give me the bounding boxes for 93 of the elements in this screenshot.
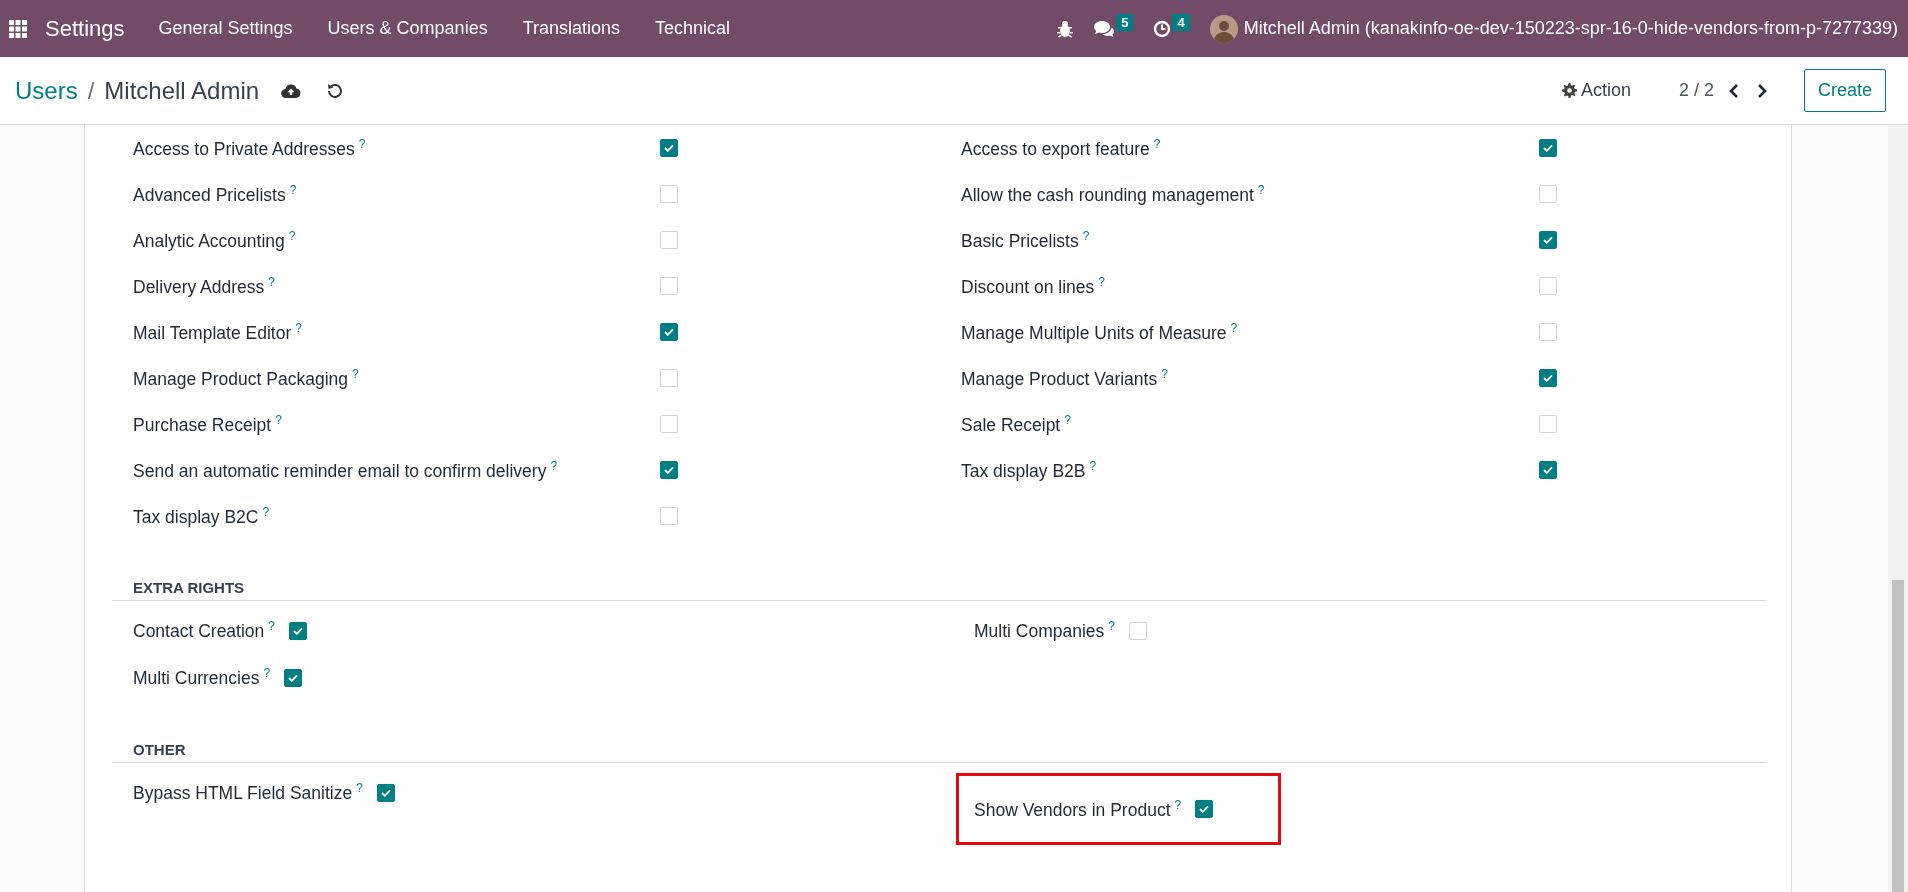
breadcrumb-separator: / [87,76,95,105]
checkbox[interactable] [284,668,303,687]
help-tooltip[interactable]: ? [262,504,270,519]
help-tooltip[interactable]: ? [268,274,275,289]
checkbox[interactable] [1539,139,1557,157]
help-tooltip[interactable]: ? [289,182,297,197]
next-icon[interactable] [1755,82,1768,99]
field-label: Access to Private Addresses [133,138,355,159]
check-icon [380,788,391,797]
help-tooltip[interactable]: ? [1089,458,1097,473]
field-label: Delivery Address [133,276,265,297]
check-icon [1543,466,1553,474]
field-label: Multi Companies [974,620,1105,641]
checkbox[interactable] [660,323,678,341]
menu-item[interactable]: General Settings [158,18,293,39]
check-icon [293,626,303,635]
check-icon [1543,236,1553,244]
field-label: Tax display B2B [961,460,1086,481]
help-tooltip[interactable]: ? [295,320,302,335]
help-tooltip[interactable]: ? [263,666,271,681]
check-icon [1199,805,1210,813]
action-button[interactable]: Action [1555,79,1637,102]
field-label: Discount on lines [961,276,1095,297]
menu-item[interactable]: Technical [655,18,731,39]
field-label: Send an automatic reminder email to confirm delivery [133,460,547,481]
check-icon [1543,374,1553,382]
help-tooltip[interactable]: ? [1098,274,1105,289]
help-tooltip[interactable]: ? [358,136,366,151]
field-label: Contact Creation [133,620,265,641]
help-tooltip[interactable]: ? [550,458,558,473]
help-tooltip[interactable]: ? [1064,412,1071,427]
check-icon [1543,144,1553,152]
checkbox[interactable] [289,621,307,640]
checkbox[interactable] [660,461,678,479]
help-tooltip[interactable]: ? [275,412,282,427]
field-label: Manage Product Packaging [133,368,348,389]
help-tooltip[interactable]: ? [268,619,275,634]
cloud-upload-icon[interactable] [281,82,302,99]
field-label: Basic Pricelists [961,230,1079,251]
chat-icon[interactable] [1093,19,1116,38]
clock-icon[interactable] [1153,19,1172,38]
scrollbar[interactable] [1888,125,1908,892]
field-label: Sale Receipt [961,414,1061,435]
undo-icon[interactable] [327,82,344,99]
help-tooltip[interactable]: ? [1230,320,1238,335]
gear-icon [1561,83,1577,98]
menu-item[interactable]: Translations [522,18,620,39]
menu-item[interactable]: Users & Companies [327,18,488,39]
section-title: OTHER [112,731,1766,763]
field-label: Show Vendors in Product [974,799,1171,820]
check-icon [664,144,674,152]
previous-icon[interactable] [1727,82,1740,99]
help-tooltip[interactable]: ? [1174,797,1182,812]
user-menu[interactable]: Mitchell Admin (kanakinfo-oe-dev-150223-spr-16-0-hide-vendors-from-p-7277339) [1243,18,1898,39]
field-label: Purchase Receipt [133,414,272,435]
breadcrumb-link[interactable]: Users [15,76,78,105]
field-label: Mail Template Editor [133,322,292,343]
field-label: Multi Currencies [133,667,260,688]
help-tooltip[interactable]: ? [288,228,296,243]
field-label: Advanced Pricelists [133,184,286,205]
help-tooltip[interactable]: ? [1108,619,1115,634]
help-tooltip[interactable]: ? [352,366,359,381]
help-tooltip[interactable]: ? [1257,182,1265,197]
field-label: Tax display B2C [133,506,259,527]
field-label: Manage Multiple Units of Measure [961,322,1227,343]
help-tooltip[interactable]: ? [1153,136,1161,151]
checkbox[interactable] [1539,231,1557,249]
checkbox[interactable] [1195,800,1214,818]
avatar-icon[interactable] [1209,14,1238,43]
bug-icon[interactable] [1057,19,1074,38]
checkbox[interactable] [1539,461,1557,479]
help-tooltip[interactable]: ? [356,781,363,796]
app-name[interactable]: Settings [45,15,125,42]
checkbox[interactable] [376,783,395,802]
breadcrumb-current: Mitchell Admin [104,76,260,105]
message-count-badge: 5 [1116,13,1134,31]
field-label: Manage Product Variants [961,368,1158,389]
field-label: Allow the cash rounding management [961,184,1254,205]
help-tooltip[interactable]: ? [1161,366,1168,381]
check-icon [288,673,299,682]
check-icon [664,328,674,336]
field-label: Access to export feature [961,138,1150,159]
create-button[interactable]: Create [1803,69,1886,112]
section-title: EXTRA RIGHTS [112,569,1766,601]
check-icon [664,466,674,474]
help-tooltip[interactable]: ? [1082,228,1090,243]
field-label: Bypass HTML Field Sanitize [133,782,353,803]
field-label: Analytic Accounting [133,230,285,251]
apps-menu-icon[interactable] [9,19,27,38]
pager-value[interactable]: 2 / 2 [1678,80,1714,101]
checkbox[interactable] [1539,369,1557,387]
checkbox[interactable] [660,139,678,157]
activity-count-badge: 4 [1172,13,1190,31]
